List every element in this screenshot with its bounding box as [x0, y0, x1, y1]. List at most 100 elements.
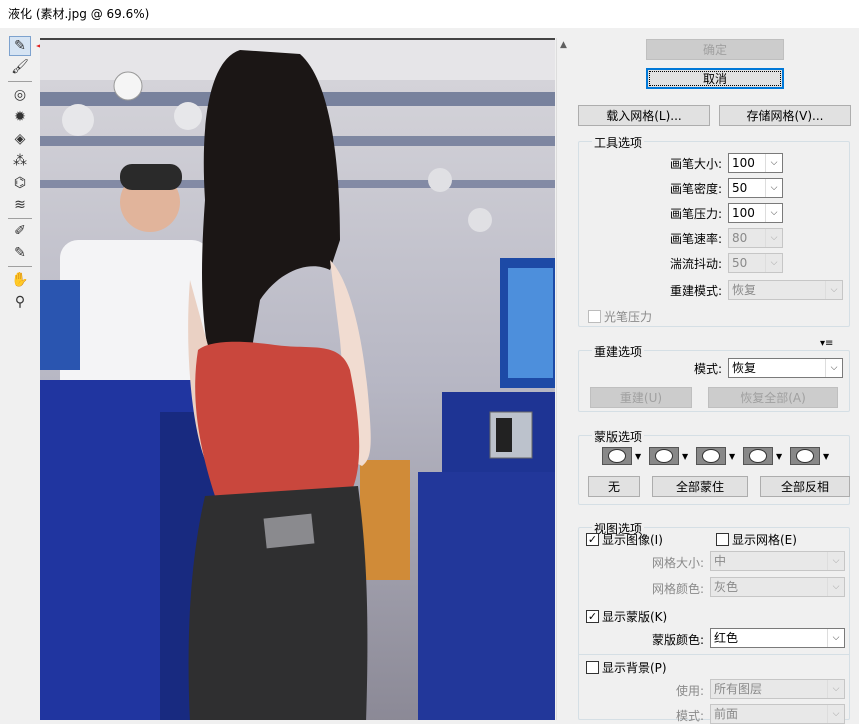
turbulent-jitter-value: 50 — [732, 256, 748, 270]
brush-pressure-field[interactable]: 100 ⌵ — [728, 203, 783, 223]
brush-density-value: 50 — [732, 181, 748, 195]
mask-color-label: 蒙版颜色: — [651, 633, 704, 647]
chevron-down-icon: ⌵ — [827, 578, 844, 596]
chevron-down-icon: ⌵ — [827, 552, 844, 570]
mask-add-icon — [649, 447, 679, 465]
backdrop-mode-select: 前面 ⌵ — [710, 704, 845, 724]
vertical-scrollbar[interactable]: ▲ — [556, 38, 572, 720]
mesh-color-select: 灰色 ⌵ — [710, 577, 845, 597]
panel-menu-icon[interactable]: ▾≡ — [820, 338, 833, 349]
mesh-color-value: 灰色 — [714, 580, 739, 594]
mask-subtract-icon — [696, 447, 726, 465]
stylus-pressure-checkbox: 光笔压力 — [588, 308, 652, 325]
scroll-up-icon[interactable]: ▲ — [560, 40, 567, 50]
bloat-tool-icon[interactable]: ◈ — [9, 129, 31, 149]
mesh-size-label: 网格大小: — [651, 556, 704, 570]
chevron-down-icon[interactable]: ▼ — [776, 452, 782, 461]
view-options-divider — [578, 654, 850, 655]
show-mask-checkbox[interactable]: ✓ 显示蒙版(K) — [586, 608, 667, 625]
brush-size-field[interactable]: 100 ⌵ — [728, 153, 783, 173]
reconstruct-mode-label-2: 模式: — [693, 362, 722, 376]
chevron-down-icon[interactable]: ⌵ — [765, 154, 782, 172]
mask-replace-icon — [602, 447, 632, 465]
twirl-clockwise-tool-icon[interactable]: ◎ — [9, 85, 31, 105]
mesh-color-label: 网格颜色: — [651, 582, 704, 596]
turbulent-jitter-label: 湍流抖动: — [669, 257, 722, 271]
chevron-down-icon[interactable]: ⌵ — [825, 359, 842, 377]
chevron-down-icon: ⌵ — [765, 254, 782, 272]
checkbox-box — [586, 661, 599, 674]
chevron-down-icon[interactable]: ▼ — [729, 452, 735, 461]
toolbox: ✎ 🖌 ◎ ✹ ◈ ⁂ ⌬ ≋ ✐ ✎ ✋ ⚲ — [0, 32, 40, 720]
load-mesh-button[interactable]: 载入网格(L)... — [578, 105, 710, 126]
show-backdrop-label: 显示背景(P) — [602, 661, 667, 675]
mask-subtract-button[interactable]: ▼ — [696, 446, 740, 466]
save-mesh-button[interactable]: 存储网格(V)... — [719, 105, 851, 126]
zoom-tool-icon[interactable]: ⚲ — [9, 292, 31, 312]
invert-all-button[interactable]: 全部反相 — [760, 476, 850, 497]
reconstruct-options-mode-value: 恢复 — [732, 361, 757, 375]
use-select: 所有图层 ⌵ — [710, 679, 845, 699]
brush-rate-label: 画笔速率: — [669, 232, 722, 246]
show-image-label: 显示图像(I) — [602, 533, 663, 547]
options-panel: 确定 取消 载入网格(L)... 存储网格(V)... 工具选项 画笔大小: 1… — [572, 28, 859, 724]
mask-intersect-button[interactable]: ▼ — [743, 446, 787, 466]
show-mesh-checkbox[interactable]: 显示网格(E) — [716, 531, 797, 548]
tool-options-title: 工具选项 — [592, 134, 645, 151]
chevron-down-icon: ⌵ — [765, 229, 782, 247]
chevron-down-icon[interactable]: ⌵ — [765, 204, 782, 222]
show-backdrop-checkbox[interactable]: 显示背景(P) — [586, 659, 667, 676]
preview-canvas[interactable] — [40, 38, 555, 720]
mask-intersect-icon — [743, 447, 773, 465]
mirror-tool-icon[interactable]: ⌬ — [9, 173, 31, 193]
reconstruct-tool-icon[interactable]: 🖌 — [9, 57, 31, 77]
window-title: 液化 (素材.jpg @ 69.6%) — [8, 7, 150, 21]
use-value: 所有图层 — [714, 682, 763, 696]
chevron-down-icon[interactable]: ▼ — [635, 452, 641, 461]
brush-density-field[interactable]: 50 ⌵ — [728, 178, 783, 198]
checkbox-box — [716, 533, 729, 546]
checkmark-icon: ✓ — [586, 533, 599, 546]
toolbox-divider — [8, 266, 32, 267]
mask-all-button[interactable]: 全部蒙住 — [652, 476, 748, 497]
reconstruct-mode-select: 恢复 ⌵ — [728, 280, 843, 300]
chevron-down-icon[interactable]: ▼ — [823, 452, 829, 461]
ok-button[interactable]: 确定 — [646, 39, 784, 60]
pucker-tool-icon[interactable]: ✹ — [9, 107, 31, 127]
reconstruct-button[interactable]: 重建(U) — [590, 387, 692, 408]
mask-replace-button[interactable]: ▼ — [602, 446, 646, 466]
brush-pressure-value: 100 — [732, 206, 755, 220]
brush-density-label: 画笔密度: — [669, 182, 722, 196]
title-bar: 液化 (素材.jpg @ 69.6%) — [0, 0, 859, 28]
show-mesh-label: 显示网格(E) — [732, 533, 797, 547]
mask-none-button[interactable]: 无 — [588, 476, 640, 497]
mask-invert-button[interactable]: ▼ — [790, 446, 834, 466]
mask-color-value: 红色 — [714, 631, 739, 645]
stylus-pressure-label: 光笔压力 — [604, 310, 653, 324]
mask-invert-icon — [790, 447, 820, 465]
chevron-down-icon[interactable]: ⌵ — [765, 179, 782, 197]
chevron-down-icon[interactable]: ▼ — [682, 452, 688, 461]
freeze-mask-tool-icon[interactable]: ✐ — [9, 221, 31, 241]
thaw-mask-tool-icon[interactable]: ✎ — [9, 243, 31, 263]
backdrop-mode-label: 模式: — [675, 709, 704, 723]
use-label: 使用: — [675, 684, 704, 698]
brush-size-value: 100 — [732, 156, 755, 170]
mask-color-select[interactable]: 红色 ⌵ — [710, 628, 845, 648]
restore-all-button[interactable]: 恢复全部(A) — [708, 387, 838, 408]
chevron-down-icon: ⌵ — [827, 680, 844, 698]
cancel-button[interactable]: 取消 — [646, 68, 784, 89]
turbulence-tool-icon[interactable]: ≋ — [9, 195, 31, 215]
push-left-tool-icon[interactable]: ⁂ — [9, 151, 31, 171]
brush-rate-field: 80 ⌵ — [728, 228, 783, 248]
mesh-size-value: 中 — [714, 554, 727, 568]
toolbox-divider — [8, 81, 32, 82]
forward-warp-tool-icon[interactable]: ✎ — [9, 36, 31, 56]
show-image-checkbox[interactable]: ✓ 显示图像(I) — [586, 531, 663, 548]
mask-add-button[interactable]: ▼ — [649, 446, 693, 466]
reconstruct-options-mode-select[interactable]: 恢复 ⌵ — [728, 358, 843, 378]
preview-photo — [40, 40, 555, 720]
chevron-down-icon[interactable]: ⌵ — [827, 629, 844, 647]
hand-tool-icon[interactable]: ✋ — [9, 270, 31, 290]
reconstruct-mode-value: 恢复 — [732, 283, 757, 297]
